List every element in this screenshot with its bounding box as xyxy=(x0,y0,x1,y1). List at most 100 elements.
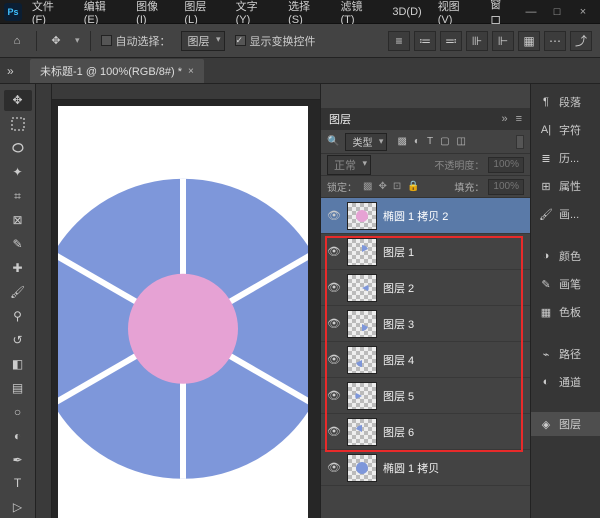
layer-name[interactable]: 椭圆 1 拷贝 2 xyxy=(383,208,448,224)
rail-brushes[interactable]: 🖌画... xyxy=(531,202,600,226)
filter-toggle[interactable] xyxy=(516,135,524,149)
rail-brush-preset[interactable]: ✎画笔 xyxy=(531,272,600,296)
layer-thumbnail[interactable] xyxy=(347,274,377,302)
layer-name[interactable]: 图层 4 xyxy=(383,352,414,368)
close-tab-button[interactable]: × xyxy=(188,66,194,77)
lock-artboard-icon[interactable]: ⊡ xyxy=(393,181,401,192)
layer-row[interactable]: 👁 椭圆 1 拷贝 xyxy=(321,450,530,486)
pen-tool[interactable]: ✒ xyxy=(4,449,32,470)
layer-name[interactable]: 椭圆 1 拷贝 xyxy=(383,460,439,476)
expand-panels-button[interactable]: » xyxy=(4,62,17,80)
fill-input[interactable]: 100% xyxy=(488,179,524,195)
auto-select-checkbox[interactable]: 自动选择： xyxy=(101,33,171,49)
layer-row[interactable]: 👁 椭圆 1 拷贝 2 xyxy=(321,198,530,234)
visibility-toggle[interactable]: 👁 xyxy=(327,245,341,258)
align-icon[interactable]: ≕ xyxy=(440,31,462,51)
move-tool-icon[interactable]: ✥ xyxy=(47,32,65,50)
show-transform-checkbox[interactable]: 显示变换控件 xyxy=(235,33,316,49)
distribute-icon[interactable]: ⊪ xyxy=(466,31,488,51)
layer-name[interactable]: 图层 1 xyxy=(383,244,414,260)
distribute-icon[interactable]: ⊩ xyxy=(492,31,514,51)
layer-row[interactable]: 👁 图层 2 xyxy=(321,270,530,306)
healing-tool[interactable]: ✚ xyxy=(4,258,32,279)
panel-menu-button[interactable]: ≡ xyxy=(516,113,522,125)
path-select-tool[interactable]: ▷ xyxy=(4,497,32,518)
lock-pixels-icon[interactable]: ▩ xyxy=(363,181,372,192)
layer-row[interactable]: 👁 图层 1 xyxy=(321,234,530,270)
blur-tool[interactable]: ○ xyxy=(4,401,32,422)
rail-history[interactable]: ≣历... xyxy=(531,146,600,170)
filter-type-icon[interactable]: T xyxy=(427,136,433,147)
collapse-panel-button[interactable]: » xyxy=(501,113,507,125)
rail-swatches[interactable]: ▦色板 xyxy=(531,300,600,324)
dodge-tool[interactable]: ◐ xyxy=(4,425,32,446)
visibility-toggle[interactable]: 👁 xyxy=(327,389,341,402)
visibility-toggle[interactable]: 👁 xyxy=(327,317,341,330)
layer-row[interactable]: 👁 图层 3 xyxy=(321,306,530,342)
filter-adjust-icon[interactable]: ◐ xyxy=(414,136,420,147)
rail-properties[interactable]: ⊞属性 xyxy=(531,174,600,198)
panels-column: 图层 »≡ 🔍 类型 ▩ ◐ T ▢ ◫ 正常 xyxy=(320,84,530,518)
menu-3d[interactable]: 3D(D) xyxy=(386,3,427,21)
move-tool[interactable]: ✥ xyxy=(4,90,32,111)
visibility-toggle[interactable]: 👁 xyxy=(327,281,341,294)
rail-channels[interactable]: ◐通道 xyxy=(531,370,600,394)
rail-layers[interactable]: ◈图层 xyxy=(531,412,600,436)
3d-mode-icon[interactable]: ▦ xyxy=(518,31,540,51)
window-close-button[interactable]: × xyxy=(574,6,592,18)
layer-thumbnail[interactable] xyxy=(347,238,377,266)
lock-position-icon[interactable]: ✥ xyxy=(378,181,386,192)
eyedropper-tool[interactable]: ✎ xyxy=(4,234,32,255)
gradient-tool[interactable]: ▤ xyxy=(4,377,32,398)
window-minimize-button[interactable]: — xyxy=(522,6,540,18)
document-tab[interactable]: 未标题-1 @ 100%(RGB/8#) * × xyxy=(30,59,204,83)
layer-thumbnail[interactable] xyxy=(347,346,377,374)
layer-thumbnail[interactable] xyxy=(347,310,377,338)
align-icon[interactable]: ≡ xyxy=(388,31,410,51)
visibility-toggle[interactable]: 👁 xyxy=(327,353,341,366)
layer-row[interactable]: 👁 图层 5 xyxy=(321,378,530,414)
rail-character[interactable]: A|字符 xyxy=(531,118,600,142)
layer-name[interactable]: 图层 3 xyxy=(383,316,414,332)
filter-pixel-icon[interactable]: ▩ xyxy=(397,136,406,147)
frame-tool[interactable]: ⊠ xyxy=(4,210,32,231)
layer-thumbnail[interactable] xyxy=(347,382,377,410)
filter-shape-icon[interactable]: ▢ xyxy=(440,136,449,147)
more-options-icon[interactable]: ⋯ xyxy=(544,31,566,51)
auto-select-target-dropdown[interactable]: 图层 xyxy=(181,31,225,51)
layer-name[interactable]: 图层 5 xyxy=(383,388,414,404)
layer-name[interactable]: 图层 6 xyxy=(383,424,414,440)
brush-tool[interactable]: 🖌 xyxy=(4,282,32,303)
lock-all-icon[interactable]: 🔒 xyxy=(407,181,419,192)
layer-thumbnail[interactable] xyxy=(347,202,377,230)
visibility-toggle[interactable]: 👁 xyxy=(327,209,341,222)
quick-select-tool[interactable]: ✦ xyxy=(4,162,32,183)
window-maximize-button[interactable]: □ xyxy=(548,6,566,18)
type-tool[interactable]: T xyxy=(4,473,32,494)
crop-tool[interactable]: ⌗ xyxy=(4,186,32,207)
document-canvas[interactable] xyxy=(58,106,308,518)
history-brush-tool[interactable]: ↺ xyxy=(4,329,32,350)
layer-row[interactable]: 👁 图层 6 xyxy=(321,414,530,450)
opacity-input[interactable]: 100% xyxy=(488,157,524,173)
layer-thumbnail[interactable] xyxy=(347,454,377,482)
rail-paragraph[interactable]: ¶段落 xyxy=(531,90,600,114)
home-icon[interactable]: ⌂ xyxy=(8,32,26,50)
visibility-toggle[interactable]: 👁 xyxy=(327,425,341,438)
layer-filter-type-dropdown[interactable]: 类型 xyxy=(345,133,387,151)
rail-color[interactable]: ◑颜色 xyxy=(531,244,600,268)
blend-mode-dropdown[interactable]: 正常 xyxy=(327,155,371,175)
lasso-tool[interactable] xyxy=(4,138,32,159)
visibility-toggle[interactable]: 👁 xyxy=(327,461,341,474)
clone-tool[interactable]: ⚲ xyxy=(4,305,32,326)
eraser-tool[interactable]: ◧ xyxy=(4,353,32,374)
layer-row[interactable]: 👁 图层 4 xyxy=(321,342,530,378)
share-icon[interactable]: ⤴ xyxy=(570,31,592,51)
align-icon[interactable]: ≔ xyxy=(414,31,436,51)
rail-paths[interactable]: ⌁路径 xyxy=(531,342,600,366)
layers-panel-tab[interactable]: 图层 xyxy=(329,111,351,127)
marquee-tool[interactable] xyxy=(4,114,32,135)
filter-smart-icon[interactable]: ◫ xyxy=(457,136,466,147)
layer-thumbnail[interactable] xyxy=(347,418,377,446)
layer-name[interactable]: 图层 2 xyxy=(383,280,414,296)
